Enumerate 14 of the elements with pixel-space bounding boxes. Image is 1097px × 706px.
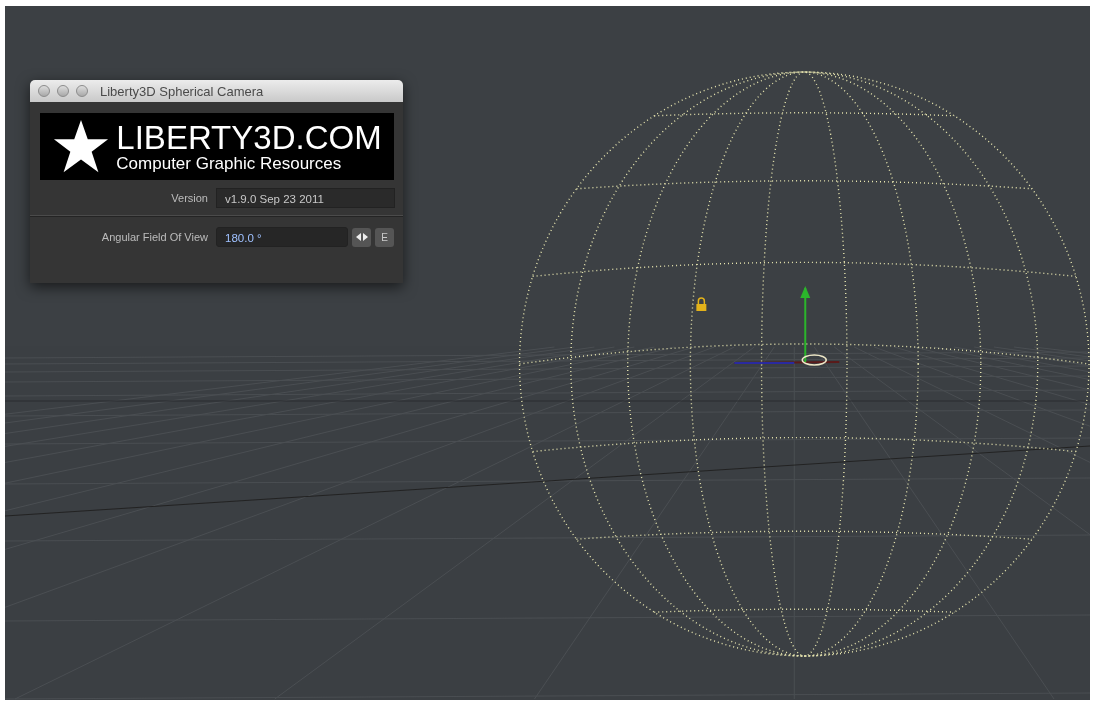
version-field: v1.9.0 Sep 23 2011 [216, 188, 395, 208]
envelope-button[interactable]: E [375, 227, 394, 247]
logo-title: LIBERTY3D.COM [116, 120, 382, 155]
field-label: Version [170, 192, 209, 204]
close-button[interactable] [38, 85, 50, 97]
window-title: Liberty3D Spherical Camera [100, 83, 264, 99]
minimize-button[interactable] [57, 85, 69, 97]
number-field[interactable]: 180.0 ° [216, 227, 348, 247]
logo-subtitle: Computer Graphic Resources [116, 154, 343, 173]
left-right-arrows-icon [355, 233, 368, 241]
padlock-icon [696, 297, 707, 311]
field-label: Angular Field Of View [100, 231, 209, 243]
zoom-button[interactable] [76, 85, 88, 97]
slider-arrows-button[interactable] [352, 227, 371, 247]
